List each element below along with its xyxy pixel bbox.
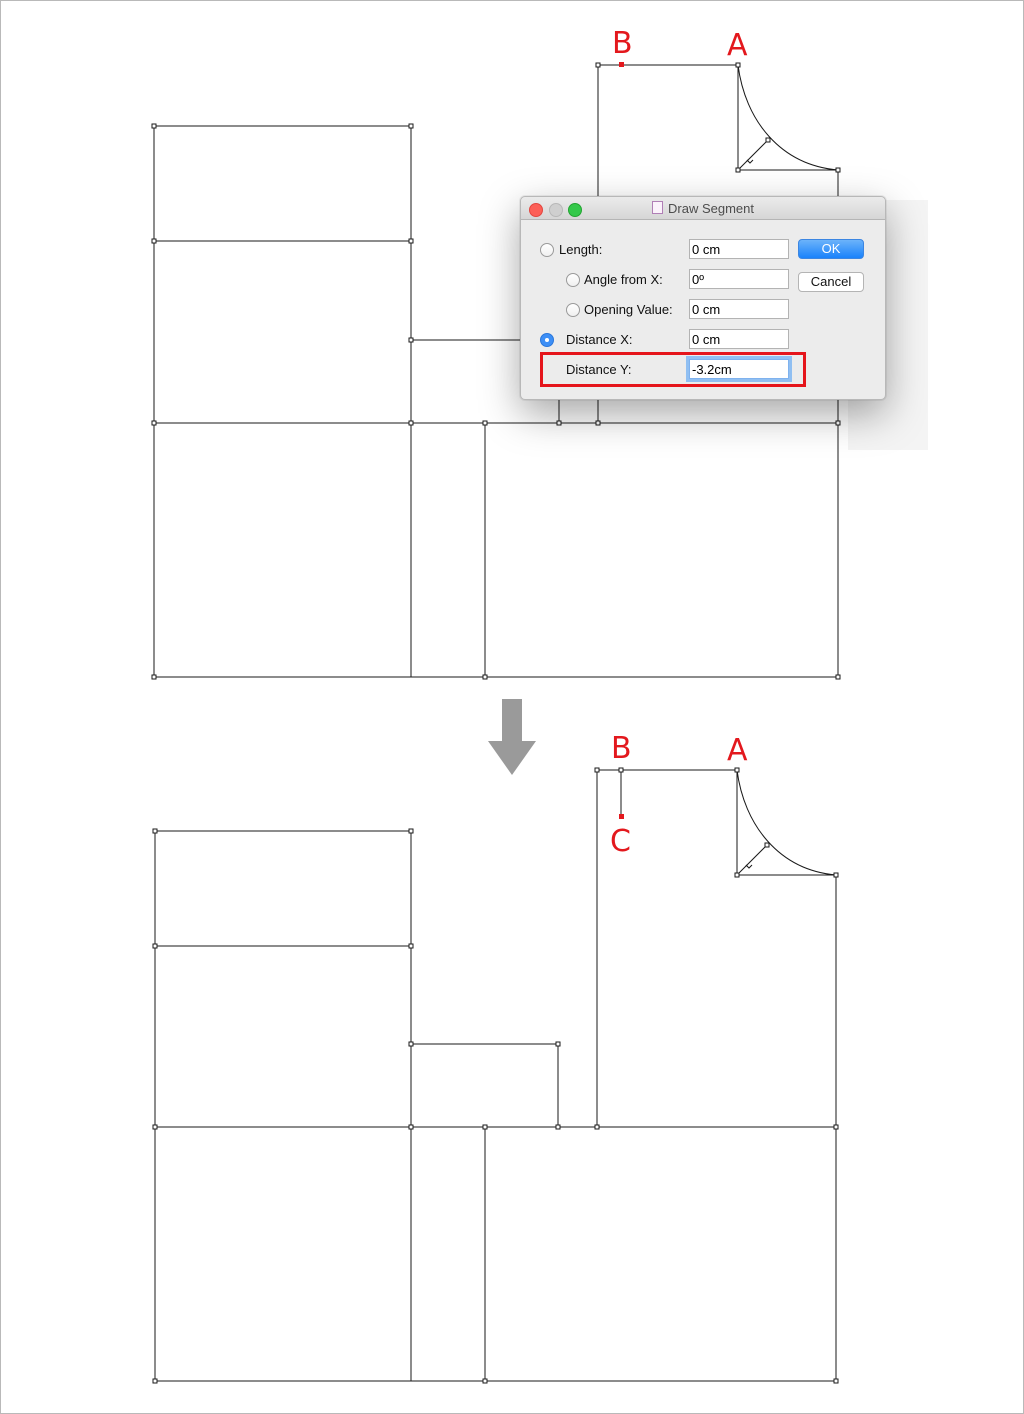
length-radio[interactable] — [540, 243, 554, 257]
pattern-after — [154, 769, 837, 1382]
opening-field[interactable] — [689, 299, 789, 319]
dialog-titlebar[interactable]: Draw Segment — [521, 197, 885, 220]
angle-field[interactable] — [689, 269, 789, 289]
cancel-button[interactable]: Cancel — [798, 272, 864, 292]
length-field[interactable] — [689, 239, 789, 259]
length-label: Length: — [559, 242, 603, 257]
point-c-label: C — [610, 824, 631, 859]
opening-radio[interactable] — [566, 303, 580, 317]
dialog-title: Draw Segment — [521, 201, 885, 216]
point-b-marker — [619, 62, 624, 67]
nodes-after — [152, 767, 839, 1384]
distance-y-highlight — [540, 352, 806, 387]
point-c-marker — [619, 814, 624, 819]
neck-curve — [737, 64, 839, 171]
ok-button[interactable]: OK — [798, 239, 864, 259]
point-b-label: B — [612, 26, 633, 61]
distance-x-radio[interactable] — [540, 333, 554, 347]
point-b-label-after: B — [611, 731, 632, 766]
angle-label: Angle from X: — [584, 272, 663, 287]
point-a-label: A — [727, 28, 748, 63]
opening-label: Opening Value: — [584, 302, 673, 317]
document-icon — [652, 201, 663, 214]
distance-x-label: Distance X: — [566, 332, 633, 347]
dialog-title-text: Draw Segment — [668, 201, 754, 216]
left-panel-outline-after — [154, 830, 412, 1382]
distance-x-field[interactable] — [689, 329, 789, 349]
point-a-label-after: A — [727, 733, 748, 768]
left-panel-outline — [153, 125, 412, 678]
angle-radio[interactable] — [566, 273, 580, 287]
arrow-down-icon — [488, 699, 536, 775]
